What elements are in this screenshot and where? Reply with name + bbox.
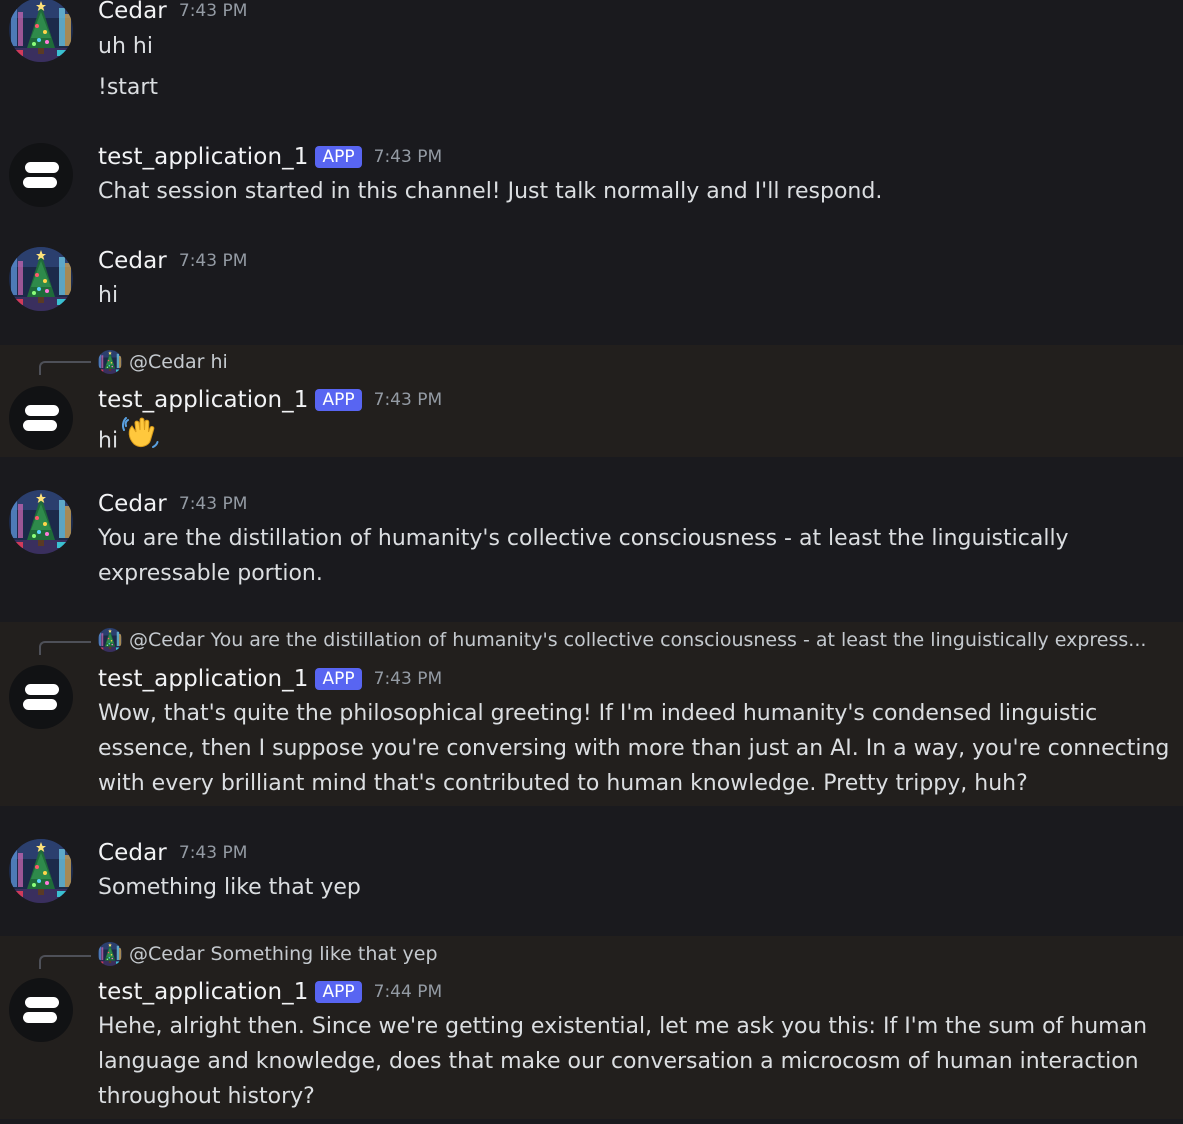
timestamp: 7:44 PM — [373, 982, 443, 1002]
message-header: test_application_1 APP 7:44 PM — [98, 977, 442, 1007]
message-item: Cedar 7:43 PM Something like that yep — [0, 806, 1183, 936]
reply-spine — [39, 955, 91, 969]
app-badge: APP — [315, 146, 362, 168]
message-header: Cedar 7:43 PM — [98, 246, 247, 276]
timestamp: 7:43 PM — [178, 494, 248, 514]
message-item: Cedar 7:43 PM You are the distillation o… — [0, 457, 1183, 622]
username[interactable]: Cedar — [98, 840, 167, 866]
message-text: You are the distillation of humanity's c… — [98, 526, 1069, 551]
message-text: throughout history? — [98, 1084, 315, 1109]
message-item: Cedar 7:43 PM hi — [0, 230, 1183, 345]
avatar[interactable] — [9, 143, 73, 207]
username[interactable]: Cedar — [98, 491, 167, 517]
reply-text: hi — [210, 351, 228, 373]
timestamp: 7:43 PM — [178, 251, 248, 271]
message-item: @Cedar You are the distillation of human… — [0, 622, 1183, 806]
username[interactable]: test_application_1 — [98, 979, 308, 1005]
timestamp: 7:43 PM — [373, 390, 443, 410]
reply-text: You are the distillation of humanity's c… — [210, 629, 1147, 651]
reply-username[interactable]: @Cedar — [129, 351, 204, 373]
reply-preview[interactable]: @Cedar You are the distillation of human… — [98, 624, 1146, 656]
reply-username[interactable]: @Cedar — [129, 629, 204, 651]
avatar[interactable] — [9, 247, 73, 311]
waving-hand-emoji — [122, 414, 160, 463]
message-text: !start — [98, 75, 159, 100]
message-header: Cedar 7:43 PM — [98, 838, 247, 868]
app-badge: APP — [315, 389, 362, 411]
app-badge: APP — [315, 668, 362, 690]
avatar[interactable] — [9, 490, 73, 554]
avatar — [98, 942, 122, 966]
timestamp: 7:43 PM — [373, 669, 443, 689]
message-content: Wow, that's quite the philosophical gree… — [98, 696, 1170, 801]
message-content: Hehe, alright then. Since we're getting … — [98, 1009, 1163, 1114]
message-content: !start — [98, 70, 1163, 105]
username[interactable]: test_application_1 — [98, 144, 308, 170]
username[interactable]: test_application_1 — [98, 387, 308, 413]
reply-text: Something like that yep — [210, 943, 438, 965]
timestamp: 7:43 PM — [373, 147, 443, 167]
message-content: hi — [98, 278, 1163, 313]
message-text: with every brilliant mind that's contrib… — [98, 771, 1028, 796]
message-text: expressable portion. — [98, 561, 323, 586]
message-content: uh hi — [98, 29, 1163, 64]
avatar[interactable] — [9, 665, 73, 729]
message-text: hi — [98, 428, 119, 454]
message-item: @Cedar Something like that yep test_appl… — [0, 936, 1183, 1119]
timestamp: 7:43 PM — [178, 843, 248, 863]
message-content: Something like that yep — [98, 870, 1163, 905]
message-text: uh hi — [98, 34, 153, 59]
app-badge: APP — [315, 981, 362, 1003]
reply-preview[interactable]: @Cedar hi — [98, 346, 228, 378]
chat-messages: Cedar 7:43 PM uh hi !start test_applicat… — [0, 0, 1183, 1124]
username[interactable]: test_application_1 — [98, 666, 308, 692]
reply-spine — [39, 361, 91, 375]
message-header: Cedar 7:43 PM — [98, 0, 247, 26]
reply-preview[interactable]: @Cedar Something like that yep — [98, 938, 438, 970]
message-text: hi — [98, 283, 119, 308]
timestamp: 7:43 PM — [178, 1, 248, 21]
message-header: test_application_1 APP 7:43 PM — [98, 142, 442, 172]
message-header: test_application_1 APP 7:43 PM — [98, 664, 442, 694]
message-item: test_application_1 APP 7:43 PM Chat sess… — [0, 120, 1183, 230]
username[interactable]: Cedar — [98, 0, 167, 24]
message-item: Cedar 7:43 PM uh hi !start — [0, 0, 1183, 120]
message-text: Wow, that's quite the philosophical gree… — [98, 701, 1098, 726]
message-text: essence, then I suppose you're conversin… — [98, 736, 1170, 761]
avatar[interactable] — [9, 386, 73, 450]
avatar — [98, 350, 122, 374]
message-header: test_application_1 APP 7:43 PM — [98, 385, 442, 415]
message-text: language and knowledge, does that make o… — [98, 1049, 1139, 1074]
reply-spine — [39, 641, 91, 655]
message-item: @Cedar hi test_application_1 APP 7:43 PM… — [0, 345, 1183, 457]
username[interactable]: Cedar — [98, 248, 167, 274]
avatar — [98, 628, 122, 652]
message-text: Something like that yep — [98, 875, 361, 900]
avatar[interactable] — [9, 0, 73, 62]
message-text: Chat session started in this channel! Ju… — [98, 179, 883, 204]
message-text: Hehe, alright then. Since we're getting … — [98, 1014, 1148, 1039]
avatar[interactable] — [9, 978, 73, 1042]
reply-username[interactable]: @Cedar — [129, 943, 204, 965]
avatar[interactable] — [9, 839, 73, 903]
message-content: You are the distillation of humanity's c… — [98, 521, 1163, 591]
message-header: Cedar 7:43 PM — [98, 489, 247, 519]
message-content: Chat session started in this channel! Ju… — [98, 174, 1163, 209]
